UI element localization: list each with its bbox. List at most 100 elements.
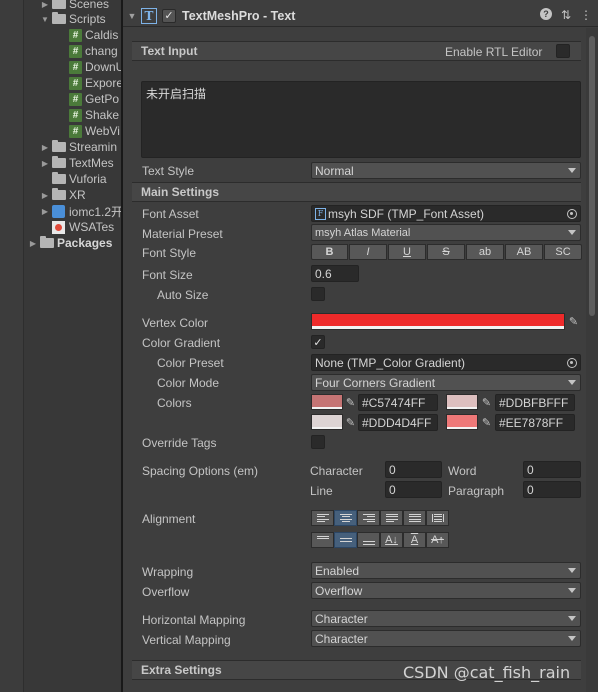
tree-item-script[interactable]: # Expore: [69, 75, 122, 91]
object-picker-icon[interactable]: [567, 209, 577, 219]
color-hex-top-left[interactable]: #C57474FF: [358, 394, 438, 411]
vertex-color-field[interactable]: [311, 313, 565, 330]
color-mode-dropdown[interactable]: Four Corners Gradient: [311, 374, 581, 391]
font-style-label: Font Style: [142, 246, 197, 260]
align-center-icon[interactable]: [334, 510, 357, 526]
align-flush-icon[interactable]: [403, 510, 426, 526]
font-size-field[interactable]: 0.6: [311, 265, 359, 282]
component-header[interactable]: ▼ T ✓ TextMeshPro - Text ? ⇅ ⋮: [123, 5, 598, 27]
inspector-scrollbar[interactable]: [586, 28, 598, 692]
expand-arrow-icon[interactable]: ▶: [40, 207, 50, 216]
tree-item-wsatest[interactable]: WSATes: [52, 219, 114, 235]
expand-arrow-icon[interactable]: ▶: [28, 239, 38, 248]
expand-arrow-icon[interactable]: ▶: [40, 191, 50, 200]
align-capline-icon[interactable]: A↑: [426, 532, 449, 548]
color-gradient-checkbox[interactable]: ✓: [311, 335, 325, 349]
color-swatch-top-right[interactable]: [446, 394, 478, 410]
vertex-color-label: Vertex Color: [142, 316, 209, 330]
tree-item-script[interactable]: # chang: [69, 43, 118, 59]
color-hex-top-right[interactable]: #DDBFBFFF: [495, 394, 575, 411]
folder-icon: [52, 188, 66, 200]
align-middle-icon[interactable]: [334, 532, 357, 548]
align-left-icon[interactable]: [311, 510, 334, 526]
color-hex-bottom-right[interactable]: #EE7878FF: [495, 414, 575, 431]
tree-item-script[interactable]: # DownU: [69, 59, 122, 75]
expand-arrow-icon[interactable]: ▶: [40, 0, 50, 9]
tree-item-scripts[interactable]: ▼ Scripts: [40, 11, 106, 27]
color-swatch-top-left[interactable]: [311, 394, 343, 410]
eyedropper-icon[interactable]: ✎: [343, 395, 358, 410]
font-asset-field[interactable]: F msyh SDF (TMP_Font Asset): [311, 205, 581, 222]
paragraph-spacing-label: Paragraph: [448, 484, 505, 498]
tree-item-vuforia[interactable]: Vuforia: [52, 171, 107, 187]
color-swatch-bottom-left[interactable]: [311, 414, 343, 430]
dropdown-value: msyh Atlas Material: [315, 226, 411, 239]
align-justified-icon[interactable]: [380, 510, 403, 526]
tree-item-label: Scenes: [69, 0, 110, 11]
csharp-script-icon: #: [69, 92, 82, 106]
more-icon[interactable]: ⋮: [580, 8, 592, 22]
bold-button[interactable]: B: [311, 244, 348, 260]
tree-item-streaming[interactable]: ▶ Streamin: [40, 139, 117, 155]
override-tags-checkbox[interactable]: [311, 435, 325, 449]
paragraph-spacing-field[interactable]: 0: [523, 481, 581, 498]
color-preset-field[interactable]: None (TMP_Color Gradient): [311, 354, 581, 371]
tree-item-script[interactable]: # Shake: [69, 107, 119, 123]
color-preset-label: Color Preset: [157, 356, 224, 370]
field-value: msyh SDF (TMP_Font Asset): [328, 206, 485, 221]
chevron-down-icon: [568, 616, 576, 621]
word-spacing-field[interactable]: 0: [523, 461, 581, 478]
collapse-arrow-icon[interactable]: ▼: [40, 15, 50, 24]
field-value: None (TMP_Color Gradient): [315, 355, 466, 370]
color-swatch-bottom-right[interactable]: [446, 414, 478, 430]
wrapping-dropdown[interactable]: Enabled: [311, 562, 581, 579]
font-asset-label: Font Asset: [142, 207, 199, 221]
tree-item-label: Scripts: [69, 12, 106, 26]
vertical-mapping-dropdown[interactable]: Character: [311, 630, 581, 647]
tree-item-textmesh[interactable]: ▶ TextMes: [40, 155, 114, 171]
align-bottom-icon[interactable]: [357, 532, 380, 548]
expand-arrow-icon[interactable]: ▶: [40, 159, 50, 168]
horizontal-mapping-dropdown[interactable]: Character: [311, 610, 581, 627]
uppercase-button[interactable]: AB: [505, 244, 543, 260]
tree-item-label: TextMes: [69, 156, 114, 170]
character-spacing-field[interactable]: 0: [385, 461, 442, 478]
csharp-script-icon: #: [69, 44, 82, 58]
rtl-editor-checkbox[interactable]: [556, 44, 570, 58]
overflow-dropdown[interactable]: Overflow: [311, 582, 581, 599]
strikethrough-button[interactable]: S: [427, 244, 465, 260]
auto-size-checkbox[interactable]: [311, 287, 325, 301]
csharp-script-icon: #: [69, 60, 82, 74]
tree-item-iomc[interactable]: ▶ iomc1.2开: [40, 203, 122, 219]
scrollbar-thumb[interactable]: [589, 36, 595, 316]
component-fold-icon[interactable]: ▼: [123, 11, 141, 21]
tree-item-script[interactable]: # GetPo: [69, 91, 119, 107]
eyedropper-icon[interactable]: ✎: [566, 314, 581, 329]
expand-arrow-icon[interactable]: ▶: [40, 143, 50, 152]
eyedropper-icon[interactable]: ✎: [479, 395, 494, 410]
component-enabled-checkbox[interactable]: ✓: [162, 8, 176, 23]
eyedropper-icon[interactable]: ✎: [343, 415, 358, 430]
align-midline-icon[interactable]: A: [403, 532, 426, 548]
help-icon[interactable]: ?: [539, 8, 552, 20]
text-style-dropdown[interactable]: Normal: [311, 162, 581, 179]
smallcaps-button[interactable]: SC: [544, 244, 582, 260]
text-input-area[interactable]: 未开启扫描: [141, 81, 581, 158]
underline-button[interactable]: U: [388, 244, 426, 260]
align-geometry-center-icon[interactable]: [426, 510, 449, 526]
tree-item-xr[interactable]: ▶ XR: [40, 187, 86, 203]
align-right-icon[interactable]: [357, 510, 380, 526]
tree-item-script[interactable]: # Caldis: [69, 27, 118, 43]
italic-button[interactable]: I: [349, 244, 387, 260]
color-hex-bottom-left[interactable]: #DDD4D4FF: [358, 414, 438, 431]
eyedropper-icon[interactable]: ✎: [479, 415, 494, 430]
preset-icon[interactable]: ⇅: [561, 8, 571, 22]
line-spacing-field[interactable]: 0: [385, 481, 442, 498]
align-baseline-icon[interactable]: A↓: [380, 532, 403, 548]
object-picker-icon[interactable]: [567, 358, 577, 368]
align-top-icon[interactable]: [311, 532, 334, 548]
tree-item-script[interactable]: # WebVi: [69, 123, 120, 139]
material-preset-dropdown[interactable]: msyh Atlas Material: [311, 224, 581, 241]
lowercase-button[interactable]: ab: [466, 244, 504, 260]
tree-item-packages[interactable]: ▶ Packages: [28, 235, 112, 251]
